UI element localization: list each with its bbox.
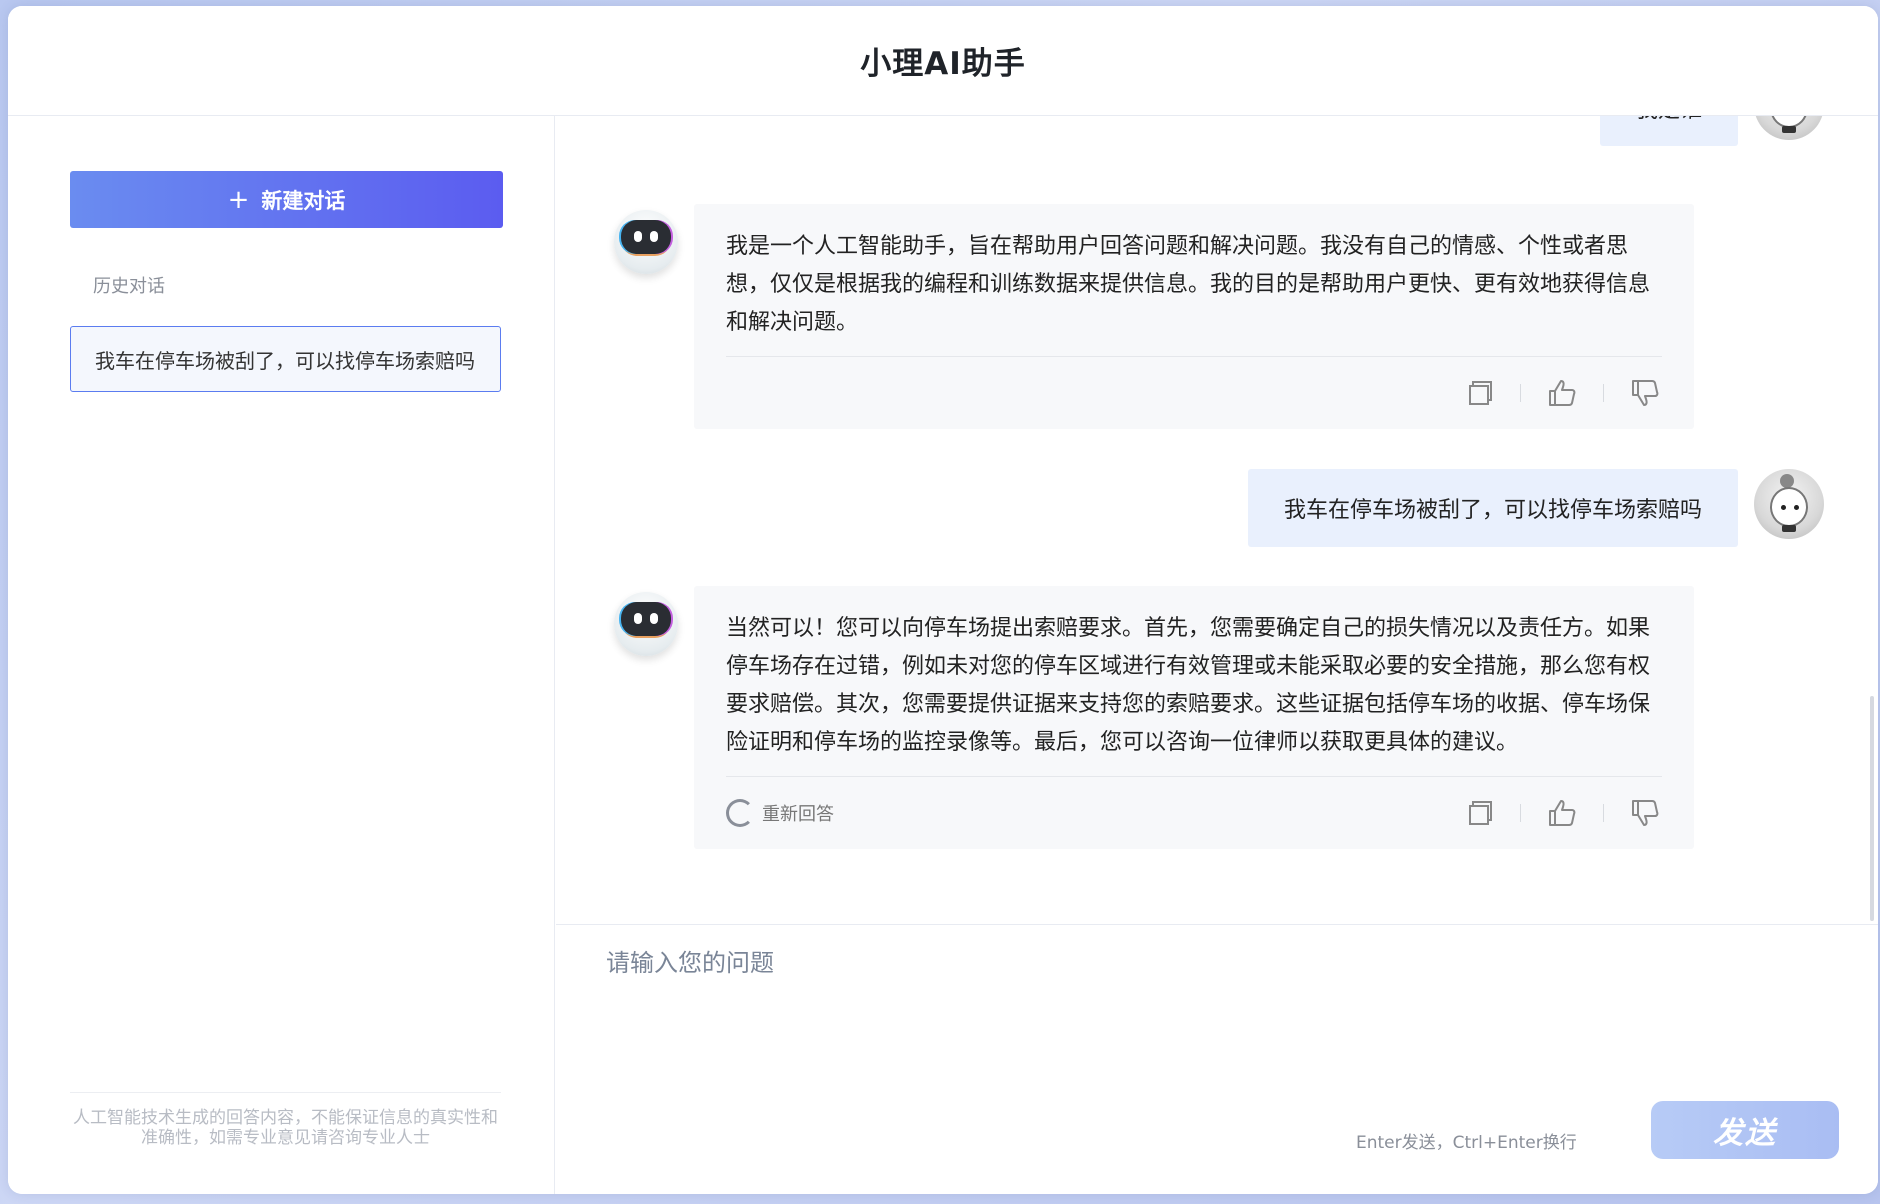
app-title: 小理AI助手 [860,46,1026,82]
user-avatar [1754,469,1824,539]
thumbs-up-icon[interactable] [1545,796,1579,830]
bot-avatar [614,210,678,274]
message-actions [726,357,1662,429]
user-message: 我车在停车场被刮了，可以找停车场索赔吗 [1247,469,1824,547]
history-item[interactable]: 我车在停车场被刮了，可以找停车场索赔吗 [70,326,501,392]
history-item-label: 我车在停车场被刮了，可以找停车场索赔吗 [95,348,475,373]
thumbs-down-icon[interactable] [1628,796,1662,830]
input-hint: Enter发送，Ctrl+Enter换行 [1356,1133,1577,1153]
user-bubble: 我车在停车场被刮了，可以找停车场索赔吗 [1247,469,1738,547]
question-input[interactable] [606,943,1806,1093]
user-message: 我是谁 [1599,116,1824,146]
refresh-icon [726,799,754,827]
divider [70,1092,501,1093]
app-header: 小理AI助手 [8,6,1878,116]
copy-icon[interactable] [1462,796,1496,830]
regenerate-button[interactable]: 重新回答 [726,799,834,827]
sidebar: + 新建对话 历史对话 我车在停车场被刮了，可以找停车场索赔吗 人工智能技术生成… [8,116,555,1194]
bot-avatar [614,592,678,656]
user-bubble: 我是谁 [1599,116,1738,146]
bot-bubble: 我是一个人工智能助手，旨在帮助用户回答问题和解决问题。我没有自己的情感、个性或者… [694,204,1694,429]
user-message-text: 我车在停车场被刮了，可以找停车场索赔吗 [1283,498,1702,523]
new-chat-label: 新建对话 [261,188,346,213]
history-title: 历史对话 [93,276,165,297]
bot-message-text: 我是一个人工智能助手，旨在帮助用户回答问题和解决问题。我没有自己的情感、个性或者… [726,228,1662,357]
disclaimer-text: 人工智能技术生成的回答内容，不能保证信息的真实性和准确性，如需专业意见请咨询专业… [73,1108,498,1148]
copy-icon[interactable] [1462,376,1496,410]
chat-panel[interactable]: 我是谁 我是一个人工智能助手，旨在帮助用户回答问题和解决问题。我没有自己的情感、… [556,116,1878,924]
thumbs-down-icon[interactable] [1628,376,1662,410]
thumbs-up-icon[interactable] [1545,376,1579,410]
chat-scrollbar[interactable] [1870,696,1874,921]
bot-message: 我是一个人工智能助手，旨在帮助用户回答问题和解决问题。我没有自己的情感、个性或者… [614,204,1694,429]
send-button[interactable]: 发送 [1651,1101,1839,1159]
bot-message-text: 当然可以！您可以向停车场提出索赔要求。首先，您需要确定自己的损失情况以及责任方。… [726,610,1662,777]
message-actions: 重新回答 [726,777,1662,849]
new-chat-button[interactable]: + 新建对话 [70,171,503,228]
bot-bubble: 当然可以！您可以向停车场提出索赔要求。首先，您需要确定自己的损失情况以及责任方。… [694,586,1694,849]
user-avatar [1754,116,1824,140]
app-window: 小理AI助手 + 新建对话 历史对话 我车在停车场被刮了，可以找停车场索赔吗 人… [8,6,1878,1194]
user-message-text: 我是谁 [1636,116,1702,124]
plus-icon: + [227,184,250,215]
input-area: Enter发送，Ctrl+Enter换行 发送 [556,924,1878,1194]
bot-message: 当然可以！您可以向停车场提出索赔要求。首先，您需要确定自己的损失情况以及责任方。… [614,586,1694,849]
regenerate-label: 重新回答 [762,804,834,825]
